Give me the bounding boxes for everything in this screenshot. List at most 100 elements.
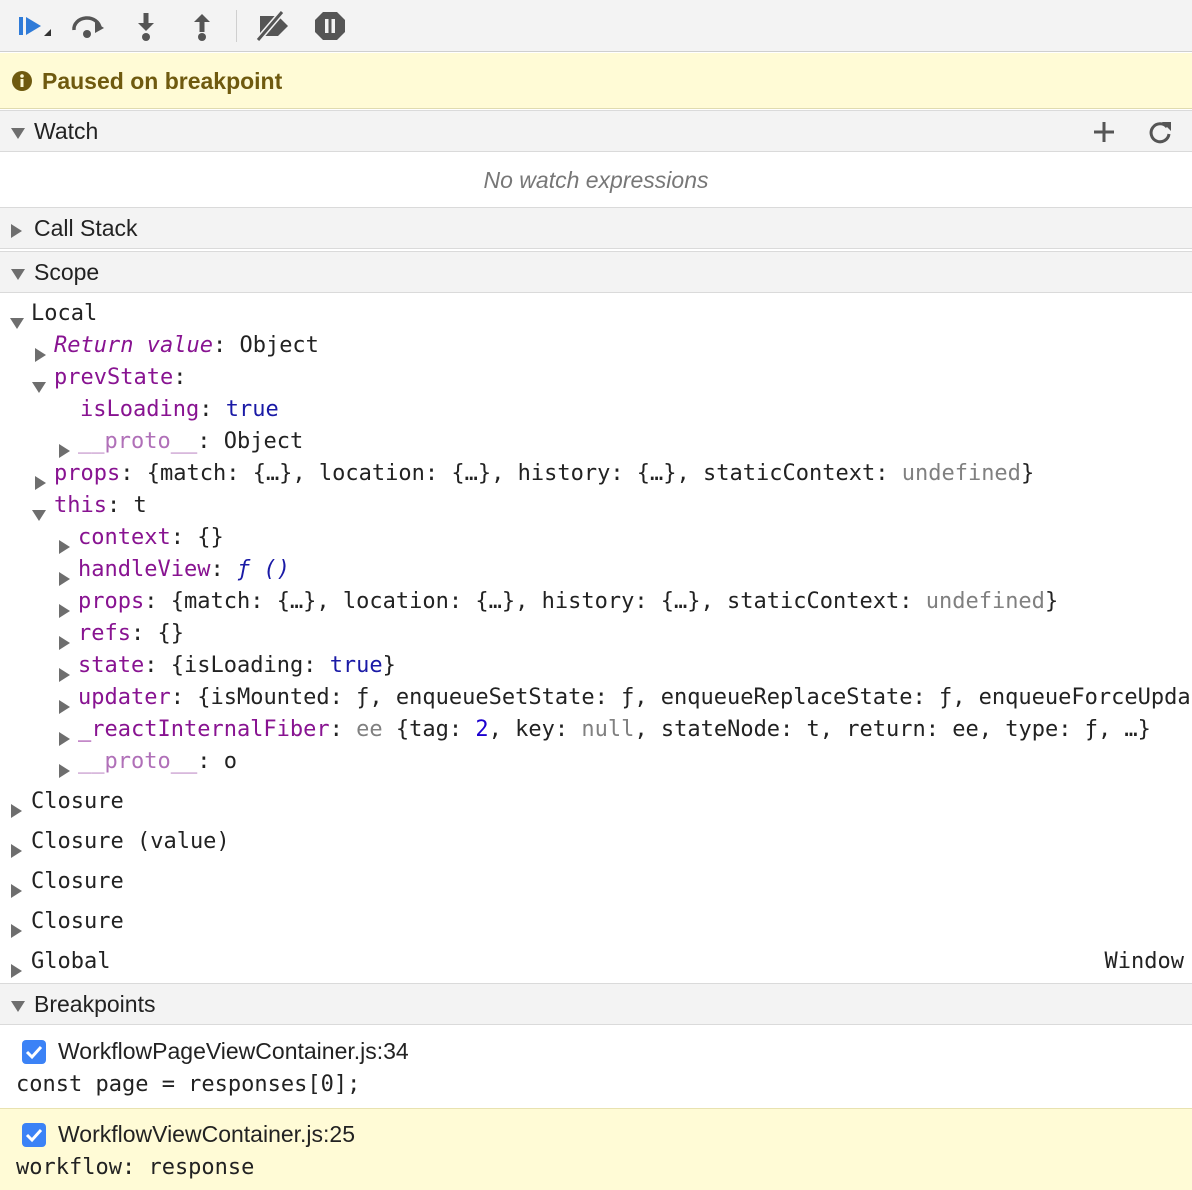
- call-stack-title: Call Stack: [34, 215, 138, 241]
- checkmark-icon: [25, 1128, 43, 1143]
- property-value: Object: [223, 429, 304, 454]
- step-into-button[interactable]: [126, 8, 166, 44]
- property-key: refs: [78, 621, 131, 646]
- property-value: , key:: [488, 717, 582, 742]
- breakpoint-location: WorkflowViewContainer.js:25: [58, 1121, 356, 1147]
- checkmark-icon: [25, 1045, 43, 1060]
- scope-closure-label: Closure: [31, 909, 124, 934]
- scope-local-label: Local: [31, 301, 98, 326]
- collapsed-triangle-icon: [59, 531, 70, 563]
- breakpoint-item-active[interactable]: WorkflowViewContainer.js:25 workflow: re…: [0, 1108, 1192, 1190]
- scope-title: Scope: [34, 259, 100, 285]
- step-out-button[interactable]: [182, 8, 222, 44]
- breakpoint-code: const page = responses[0];: [16, 1072, 361, 1097]
- add-watch-icon[interactable]: [1091, 119, 1117, 145]
- breakpoint-location: WorkflowPageViewContainer.js:34: [58, 1038, 409, 1064]
- property-value: {match: {…}, location: {…}, history: {…}…: [146, 461, 902, 486]
- undefined-value: undefined: [901, 461, 1021, 486]
- property-key: state: [78, 653, 145, 678]
- undefined-value: undefined: [925, 589, 1045, 614]
- pause-icon: [315, 12, 345, 40]
- step-over-icon: [72, 16, 104, 38]
- property-value: {tag:: [395, 717, 476, 742]
- paused-message: Paused on breakpoint: [42, 68, 283, 94]
- collapsed-triangle-icon: [35, 339, 46, 371]
- property-value: {isLoading:: [170, 653, 330, 678]
- property-value: {match: {…}, location: {…}, history: {…}…: [170, 589, 926, 614]
- scope-global-label: Global: [31, 949, 111, 974]
- property-value: {isMounted: ƒ, enqueueSetState: ƒ, enque…: [197, 685, 1192, 710]
- breakpoint-checkbox[interactable]: [22, 1040, 46, 1064]
- scope-closure-label: Closure: [31, 869, 124, 894]
- collapsed-triangle-icon: [11, 915, 22, 947]
- breakpoint-checkbox[interactable]: [22, 1123, 46, 1147]
- property-key: __proto__: [78, 429, 198, 454]
- scope-section-header[interactable]: Scope: [0, 251, 1192, 293]
- property-value: o: [223, 749, 237, 774]
- expand-triangle-icon: [11, 998, 25, 1016]
- collapsed-triangle-icon: [59, 755, 70, 787]
- collapsed-triangle-icon: [11, 222, 22, 240]
- property-key: Return value: [54, 333, 213, 358]
- property-key: props: [54, 461, 121, 486]
- collapsed-triangle-icon: [59, 659, 70, 691]
- resume-button[interactable]: [14, 8, 54, 44]
- property-key: props: [78, 589, 145, 614]
- pause-on-exceptions-button[interactable]: [312, 8, 352, 44]
- scope-global[interactable]: Global Window: [10, 946, 1184, 978]
- property-key: context: [78, 525, 171, 550]
- number-value: 2: [475, 717, 489, 742]
- property-key: updater: [78, 685, 171, 710]
- toolbar-separator: [236, 10, 237, 42]
- no-watch-expressions: No watch expressions: [483, 167, 709, 193]
- expand-triangle-icon: [10, 307, 24, 339]
- step-out-icon: [194, 14, 210, 41]
- property-value: t: [133, 493, 147, 518]
- collapsed-triangle-icon: [59, 563, 70, 595]
- watch-title: Watch: [34, 118, 99, 144]
- breakpoint-item[interactable]: WorkflowPageViewContainer.js:34 const pa…: [0, 1026, 1192, 1108]
- property-value: , stateNode: t, return: ee, type: ƒ, …}: [634, 717, 1151, 742]
- info-icon: [12, 71, 32, 91]
- call-stack-section-header[interactable]: Call Stack: [0, 207, 1192, 249]
- property-value: Object: [239, 333, 319, 358]
- watch-section-header[interactable]: Watch: [0, 110, 1192, 152]
- collapsed-triangle-icon: [11, 795, 22, 827]
- property-value: {}: [157, 621, 184, 646]
- expand-triangle-icon: [11, 125, 25, 143]
- deactivate-breakpoints-icon: [255, 10, 288, 42]
- collapsed-triangle-icon: [59, 627, 70, 659]
- brace: }: [1020, 461, 1035, 486]
- brace: }: [1044, 589, 1059, 614]
- collapsed-triangle-icon: [11, 875, 22, 907]
- class-name: ee: [356, 717, 383, 742]
- collapsed-triangle-icon: [59, 595, 70, 627]
- property-value: true: [225, 397, 279, 422]
- property-key: _reactInternalFiber: [78, 717, 330, 742]
- step-over-button[interactable]: [68, 8, 108, 44]
- property-key: isLoading: [80, 397, 200, 422]
- collapsed-triangle-icon: [59, 691, 70, 723]
- property-value: ƒ (): [236, 557, 290, 582]
- property-key: __proto__: [78, 749, 198, 774]
- deactivate-breakpoints-button[interactable]: [252, 8, 292, 44]
- scope-closure-label: Closure: [31, 789, 124, 814]
- breakpoints-title: Breakpoints: [34, 991, 156, 1017]
- scope-closure-label: Closure (value): [31, 829, 230, 854]
- null-value: null: [581, 717, 635, 742]
- scope-global-value: Window: [1104, 949, 1184, 974]
- collapsed-triangle-icon: [59, 723, 70, 755]
- property-value: {}: [197, 525, 224, 550]
- debugger-toolbar: [0, 0, 1192, 52]
- refresh-icon[interactable]: [1147, 119, 1173, 145]
- collapsed-triangle-icon: [11, 835, 22, 867]
- property-key: prevState: [54, 365, 174, 390]
- resume-icon: [19, 17, 51, 36]
- expand-triangle-icon: [32, 499, 46, 531]
- expand-triangle-icon: [11, 266, 25, 284]
- brace: }: [382, 653, 396, 678]
- breakpoint-code: workflow: response: [16, 1155, 255, 1180]
- property-key: handleView: [78, 557, 211, 582]
- boolean-value: true: [329, 653, 383, 678]
- breakpoints-section-header[interactable]: Breakpoints: [0, 983, 1192, 1025]
